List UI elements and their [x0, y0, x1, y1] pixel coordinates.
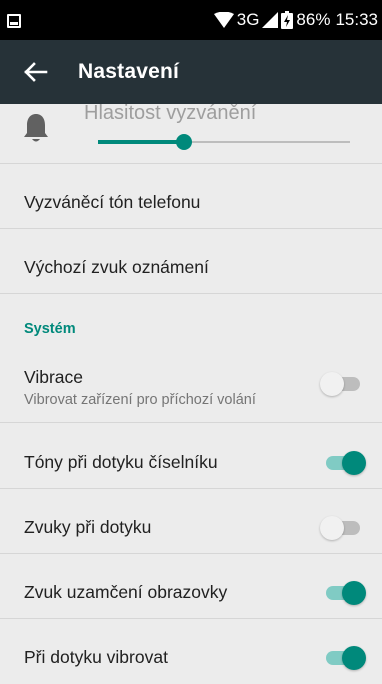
divider [0, 422, 382, 423]
vibrate-on-touch-title: Při dotyku vibrovat [24, 647, 168, 667]
switch-thumb [342, 581, 366, 605]
battery-icon [281, 11, 294, 29]
bell-icon [22, 112, 50, 144]
system-section-header: Systém [24, 321, 76, 337]
ringtone-title: Vyzváněcí tón telefonu [24, 192, 201, 212]
network-type: 3G [236, 10, 260, 29]
vibration-title: Vibrace [24, 367, 84, 387]
touch-sounds-title: Zvuky při dotyku [24, 517, 152, 537]
slider-thumb[interactable] [175, 134, 192, 150]
switch-thumb [342, 451, 366, 475]
vibrate-on-touch-switch[interactable] [320, 644, 366, 672]
divider [0, 553, 382, 554]
dialpad-tones-switch[interactable] [320, 449, 366, 477]
back-arrow-icon[interactable] [22, 58, 50, 86]
divider [0, 488, 382, 489]
settings-list: Hlasitost vyzvánění Vyzváněcí tón telefo… [0, 104, 382, 684]
divider [0, 618, 382, 619]
wifi-icon [213, 12, 234, 28]
battery-percent: 86% [296, 10, 331, 29]
ringer-volume-slider[interactable] [98, 134, 350, 150]
notification-image-icon [7, 14, 21, 28]
page-title: Nastavení [78, 60, 180, 83]
ringer-volume-label: Hlasitost vyzvánění [84, 104, 257, 124]
ringer-volume-row: Hlasitost vyzvánění [0, 104, 382, 164]
switch-thumb [320, 372, 344, 396]
status-indicators: 3G 86% 15:33 [213, 10, 378, 30]
vibration-switch[interactable] [320, 370, 366, 398]
screen-lock-sound-title: Zvuk uzamčení obrazovky [24, 582, 228, 602]
slider-fill [98, 140, 184, 144]
touch-sounds-switch[interactable] [320, 514, 366, 542]
screen-lock-sound-switch[interactable] [320, 579, 366, 607]
signal-strength-icon [262, 12, 279, 28]
vibration-summary: Vibrovat zařízení pro příchozí volání [24, 392, 256, 408]
switch-thumb [342, 646, 366, 670]
clock: 15:33 [335, 10, 378, 29]
divider [0, 163, 382, 164]
divider [0, 293, 382, 294]
notification-sound-title: Výchozí zvuk oznámení [24, 257, 209, 277]
divider [0, 228, 382, 229]
status-bar: 3G 86% 15:33 [0, 0, 382, 40]
app-toolbar: Nastavení [0, 40, 382, 104]
switch-thumb [320, 516, 344, 540]
dialpad-tones-title: Tóny při dotyku číselníku [24, 452, 218, 472]
